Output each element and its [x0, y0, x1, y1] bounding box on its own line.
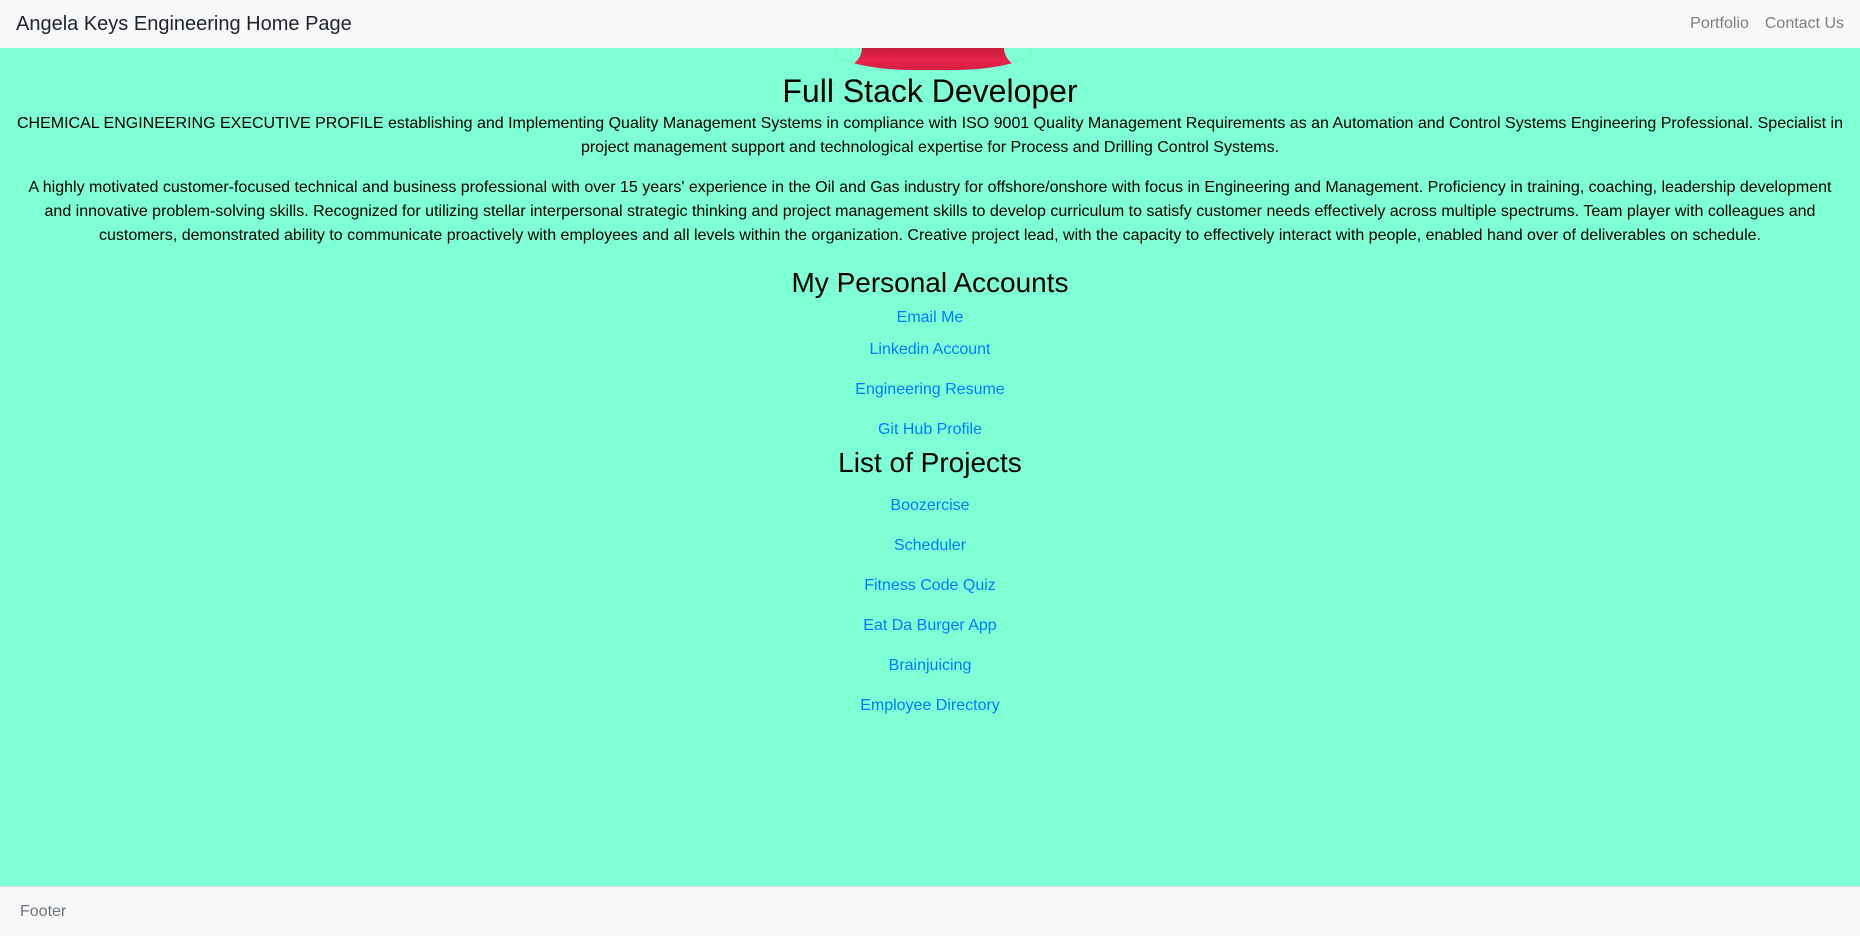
project-link-brainjuicing[interactable]: Brainjuicing	[0, 654, 1860, 678]
accounts-heading: My Personal Accounts	[791, 267, 1069, 298]
profile-paragraph: CHEMICAL ENGINEERING EXECUTIVE PROFILE e…	[16, 115, 1843, 156]
project-link-fitness-code-quiz[interactable]: Fitness Code Quiz	[0, 574, 1860, 598]
project-link-eat-da-burger[interactable]: Eat Da Burger App	[0, 614, 1860, 638]
project-link-employee-directory[interactable]: Employee Directory	[0, 694, 1860, 718]
nav-link-contact-us[interactable]: Contact Us	[1765, 15, 1844, 33]
nav-link-portfolio[interactable]: Portfolio	[1690, 15, 1749, 33]
footer-text: Footer	[20, 902, 67, 920]
email-me-link[interactable]: Email Me	[0, 306, 1860, 330]
projects-heading: List of Projects	[838, 447, 1022, 478]
page-title: Full Stack Developer	[782, 73, 1078, 109]
page-footer: Footer	[0, 886, 1860, 936]
profile-photo	[834, 48, 1032, 70]
github-profile-link[interactable]: Git Hub Profile	[0, 418, 1860, 442]
project-link-boozercise[interactable]: Boozercise	[0, 494, 1860, 518]
project-link-scheduler[interactable]: Scheduler	[0, 534, 1860, 558]
engineering-resume-link[interactable]: Engineering Resume	[0, 378, 1860, 402]
main-content: Full Stack Developer CHEMICAL ENGINEERIN…	[0, 70, 1860, 718]
nav-links: Portfolio Contact Us	[1690, 15, 1844, 33]
top-navbar: Angela Keys Engineering Home Page Portfo…	[0, 0, 1860, 48]
brand-link[interactable]: Angela Keys Engineering Home Page	[16, 13, 352, 36]
summary-paragraph: A highly motivated customer-focused tech…	[28, 179, 1832, 244]
linkedin-link[interactable]: Linkedin Account	[0, 338, 1860, 362]
